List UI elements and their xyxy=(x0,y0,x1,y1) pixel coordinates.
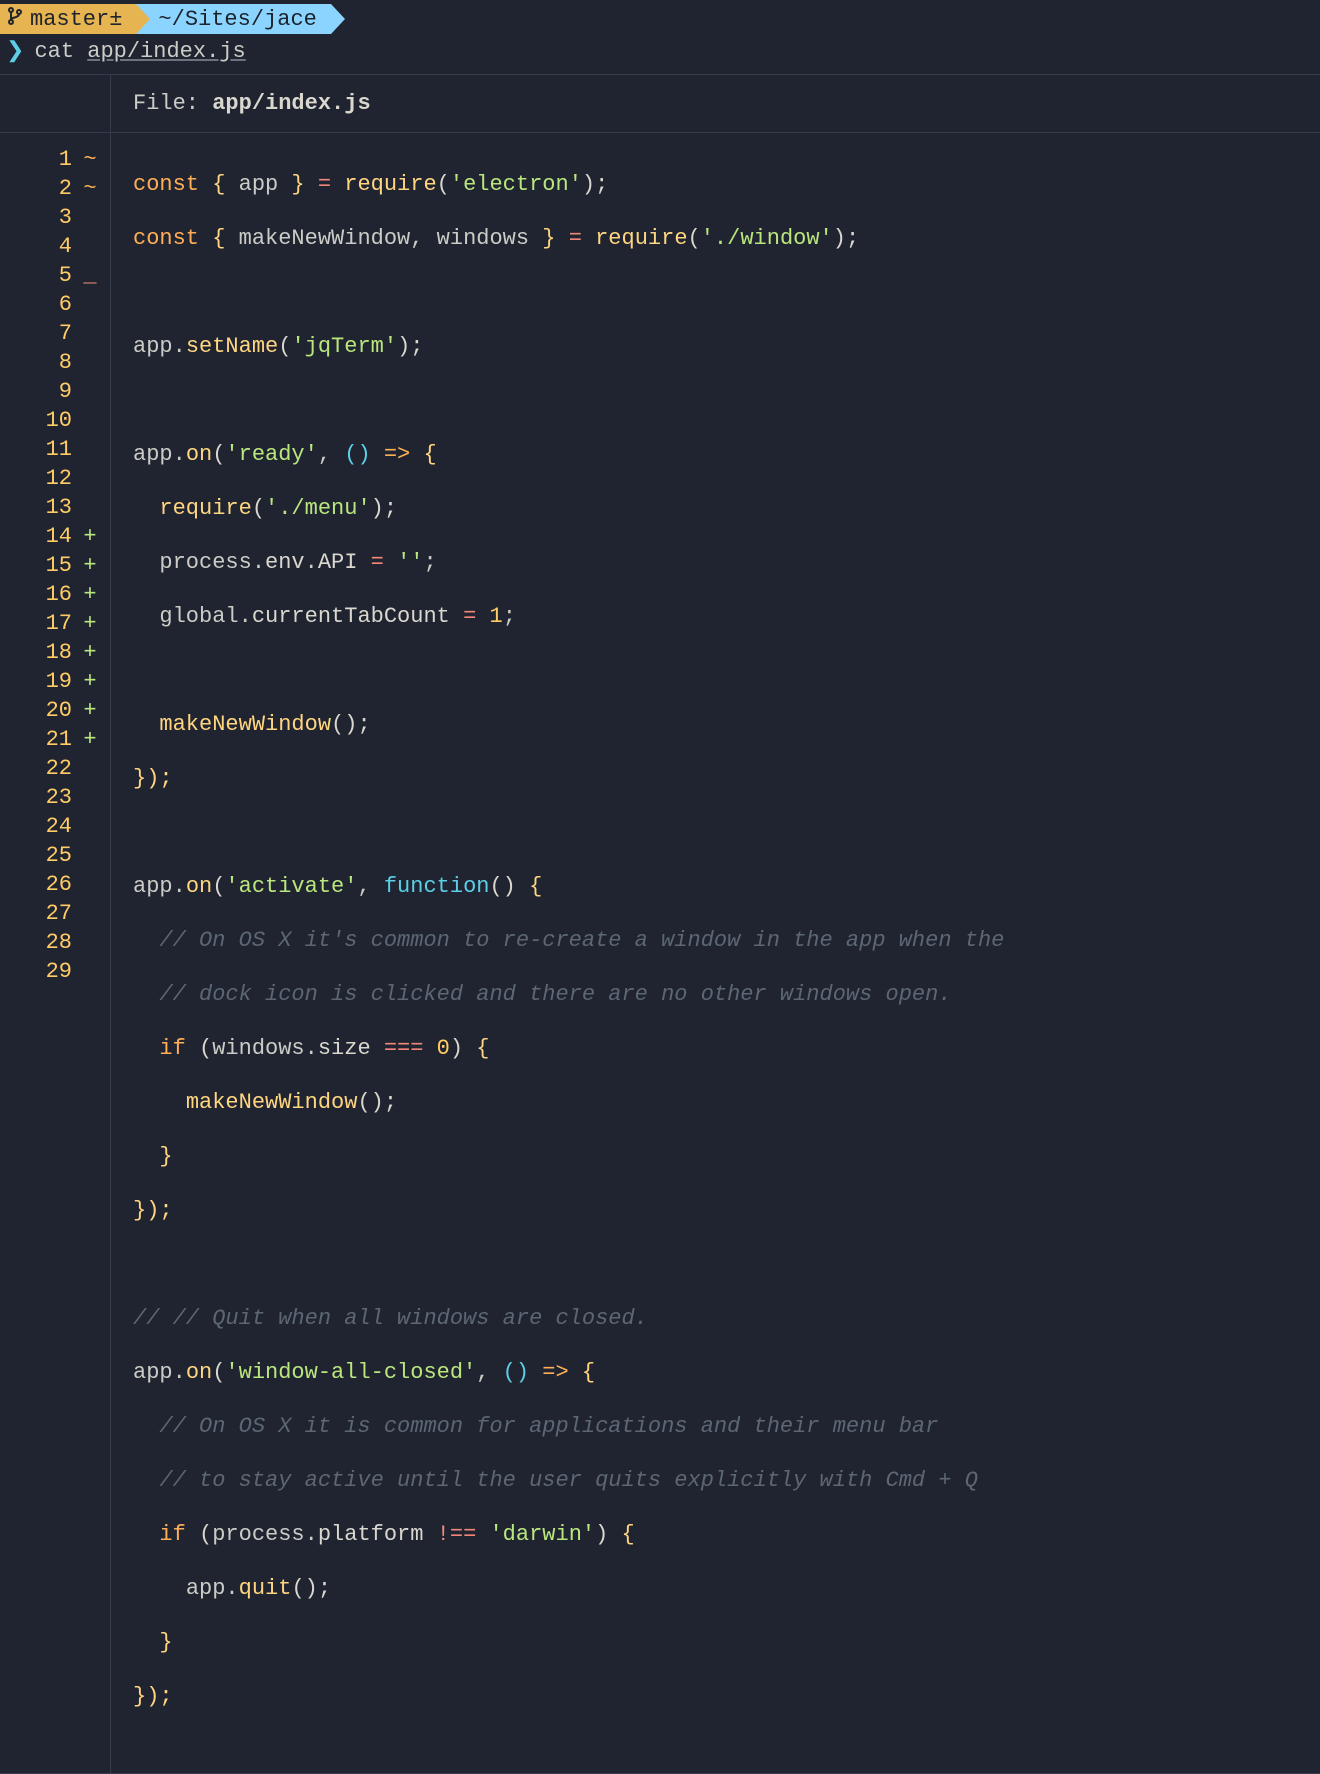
gutter-line: 29 xyxy=(0,957,110,986)
gutter-line: 1~ xyxy=(0,145,110,174)
file-name: app/index.js xyxy=(212,91,370,116)
gutter-line: 17+ xyxy=(0,609,110,638)
code-line: // // Quit when all windows are closed. xyxy=(133,1304,1320,1333)
shell-prompt[interactable]: ❯ cat app/index.js xyxy=(0,34,1320,74)
code-line: app.on('ready', () => { xyxy=(133,440,1320,469)
gutter-line: 12 xyxy=(0,464,110,493)
command-name: cat xyxy=(34,39,74,64)
git-branch-icon xyxy=(8,7,22,32)
cwd-segment: ~/Sites/jace xyxy=(136,4,330,34)
prompt-segments: master± ~/Sites/jace xyxy=(0,0,1320,34)
prompt-chevron-icon: ❯ xyxy=(6,38,24,64)
code-line: makeNewWindow(); xyxy=(133,1088,1320,1117)
command-argument: app/index.js xyxy=(87,39,245,64)
code-line: app.quit(); xyxy=(133,1574,1320,1603)
gutter-line: 6 xyxy=(0,290,110,319)
code-line: } xyxy=(133,1628,1320,1657)
gutter-line: 16+ xyxy=(0,580,110,609)
code-line: } xyxy=(133,1142,1320,1171)
gutter-line: 18+ xyxy=(0,638,110,667)
gutter-line: 7 xyxy=(0,319,110,348)
code-line xyxy=(133,278,1320,307)
code-line: // dock icon is clicked and there are no… xyxy=(133,980,1320,1009)
code-line: const { makeNewWindow, windows } = requi… xyxy=(133,224,1320,253)
code-line: app.on('window-all-closed', () => { xyxy=(133,1358,1320,1387)
file-label: File: xyxy=(133,91,199,116)
gutter-line: 22 xyxy=(0,754,110,783)
gutter-line: 20+ xyxy=(0,696,110,725)
code-line: app.setName('jqTerm'); xyxy=(133,332,1320,361)
code-line xyxy=(133,656,1320,685)
code-line: require('./menu'); xyxy=(133,494,1320,523)
code-line: }); xyxy=(133,1196,1320,1225)
gutter-line: 15+ xyxy=(0,551,110,580)
code-line: }); xyxy=(133,764,1320,793)
code-line xyxy=(133,818,1320,847)
gutter-line: 3 xyxy=(0,203,110,232)
line-number-gutter: 1~2~345_67891011121314+15+16+17+18+19+20… xyxy=(0,133,111,1773)
code-line xyxy=(133,386,1320,415)
code-viewer[interactable]: 1~2~345_67891011121314+15+16+17+18+19+20… xyxy=(0,133,1320,1774)
git-branch-name: master± xyxy=(30,7,122,32)
gutter-line: 10 xyxy=(0,406,110,435)
code-line: // to stay active until the user quits e… xyxy=(133,1466,1320,1495)
code-line: if (windows.size === 0) { xyxy=(133,1034,1320,1063)
shell-command: cat app/index.js xyxy=(34,39,245,64)
gutter-line: 9 xyxy=(0,377,110,406)
cwd-path: ~/Sites/jace xyxy=(158,7,316,32)
code-line: process.env.API = ''; xyxy=(133,548,1320,577)
gutter-line: 13 xyxy=(0,493,110,522)
gutter-line: 8 xyxy=(0,348,110,377)
code-line xyxy=(133,1250,1320,1279)
gutter-line: 4 xyxy=(0,232,110,261)
gutter-line: 11 xyxy=(0,435,110,464)
code-line: const { app } = require('electron'); xyxy=(133,170,1320,199)
code-line: global.currentTabCount = 1; xyxy=(133,602,1320,631)
gutter-line: 2~ xyxy=(0,174,110,203)
code-line: if (process.platform !== 'darwin') { xyxy=(133,1520,1320,1549)
code-line: // On OS X it is common for applications… xyxy=(133,1412,1320,1441)
gutter-line: 26 xyxy=(0,870,110,899)
code-line: // On OS X it's common to re-create a wi… xyxy=(133,926,1320,955)
file-header: File: app/index.js xyxy=(0,74,1320,133)
code-line: }); xyxy=(133,1682,1320,1711)
code-line: app.on('activate', function() { xyxy=(133,872,1320,901)
gutter-line: 27 xyxy=(0,899,110,928)
gutter-line: 14+ xyxy=(0,522,110,551)
gutter-line: 21+ xyxy=(0,725,110,754)
gutter-line: 5_ xyxy=(0,261,110,290)
git-branch-segment: master± xyxy=(0,4,136,34)
gutter-line: 24 xyxy=(0,812,110,841)
gutter-line: 25 xyxy=(0,841,110,870)
gutter-line: 23 xyxy=(0,783,110,812)
gutter-line: 28 xyxy=(0,928,110,957)
code-content: const { app } = require('electron'); con… xyxy=(111,133,1320,1773)
gutter-line: 19+ xyxy=(0,667,110,696)
code-line: makeNewWindow(); xyxy=(133,710,1320,739)
